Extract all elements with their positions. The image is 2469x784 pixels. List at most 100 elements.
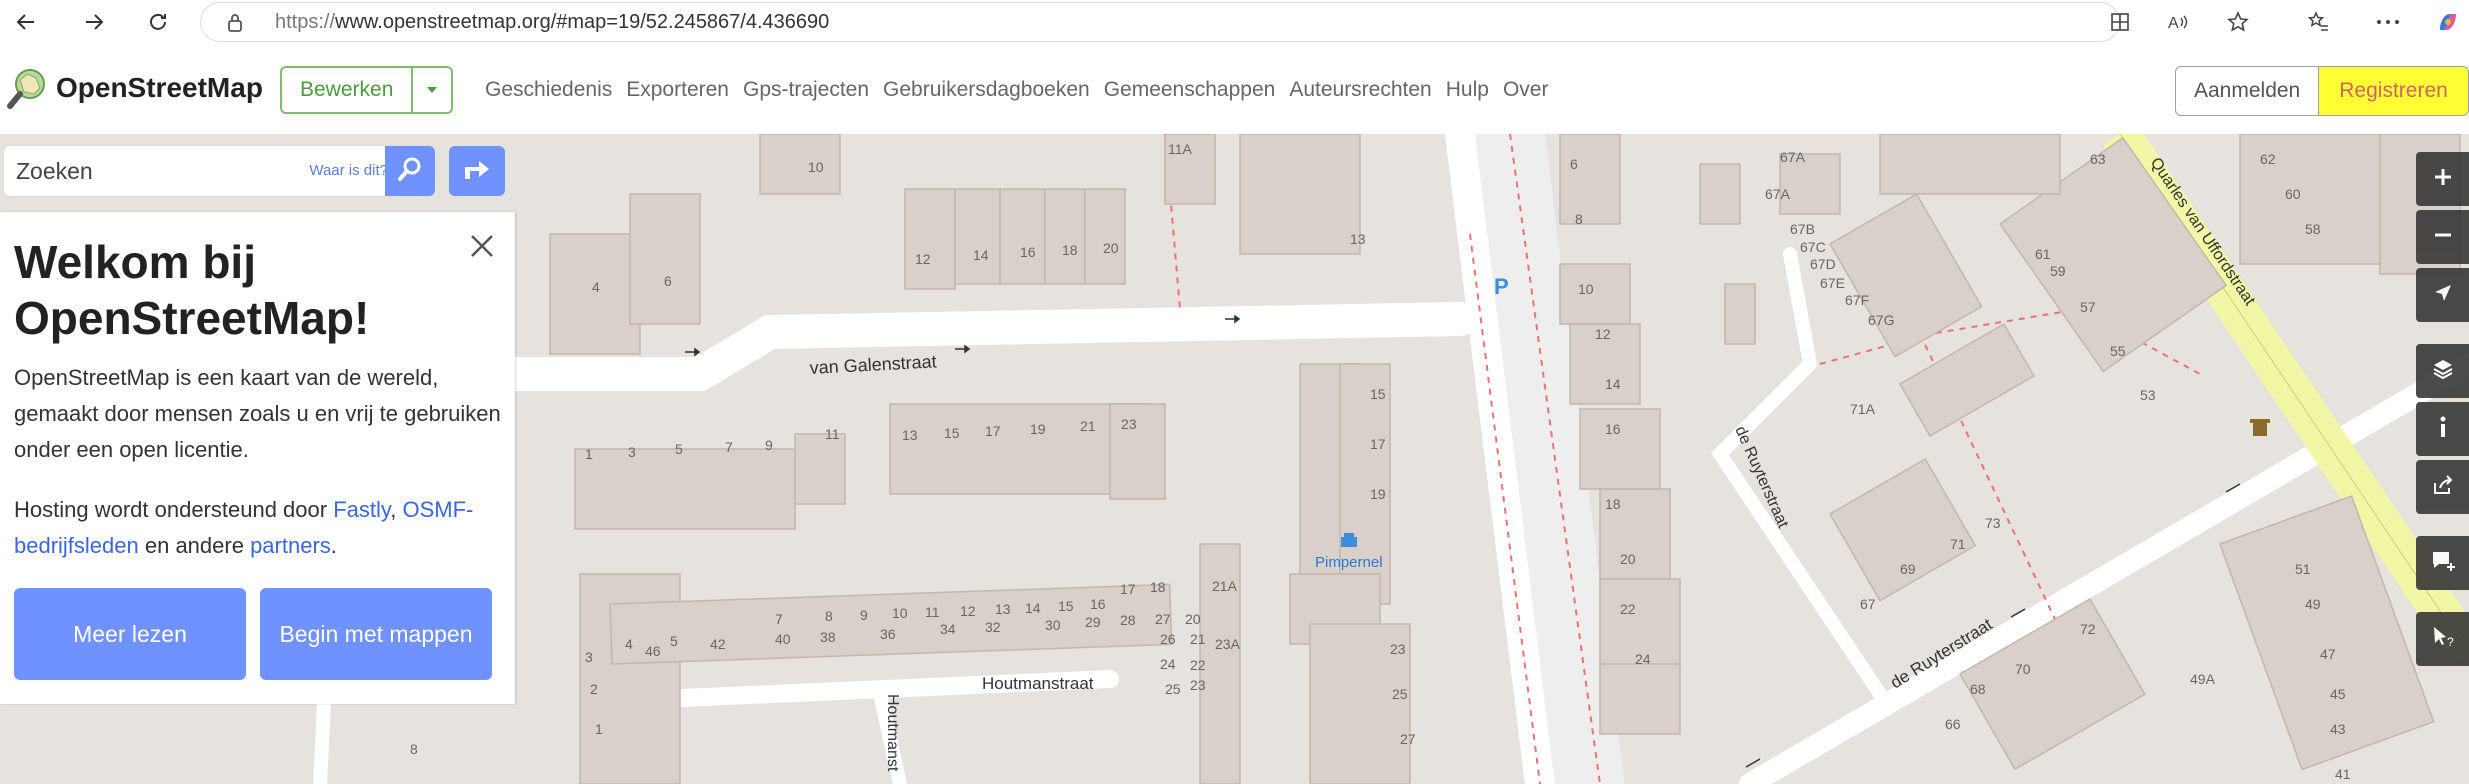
nav-gps-traces[interactable]: Gps-trajecten	[743, 78, 869, 102]
svg-text:11A: 11A	[1168, 141, 1193, 157]
svg-text:20: 20	[1103, 240, 1119, 256]
search-button[interactable]	[385, 146, 435, 196]
svg-text:40: 40	[775, 631, 791, 647]
query-cursor-icon: ?	[2430, 624, 2456, 655]
close-icon[interactable]	[466, 230, 498, 262]
where-is-this-link[interactable]: Waar is dit?	[309, 162, 388, 179]
register-button[interactable]: Registreren	[2318, 67, 2468, 115]
street-label-van-galenstraat: van Galenstraat	[809, 351, 937, 378]
nav-copyright[interactable]: Auteursrechten	[1289, 78, 1431, 102]
svg-text:71: 71	[1950, 536, 1966, 552]
search-input[interactable]: Zoeken	[16, 158, 93, 185]
show-my-location-button[interactable]	[2416, 268, 2469, 322]
login-button[interactable]: Aanmelden	[2176, 67, 2318, 115]
legend-button[interactable]	[2416, 402, 2469, 456]
svg-text:53: 53	[2140, 387, 2156, 403]
address-bar[interactable]: https://www.openstreetmap.org/#map=19/52…	[200, 2, 2120, 42]
apps-icon[interactable]	[2102, 4, 2138, 40]
more-menu-icon[interactable]	[2370, 4, 2406, 40]
forward-icon[interactable]	[76, 4, 112, 40]
svg-text:62: 62	[2260, 151, 2276, 167]
zoom-in-button[interactable]	[2416, 152, 2469, 206]
svg-text:22: 22	[1620, 601, 1636, 617]
svg-text:19: 19	[1370, 486, 1386, 502]
share-button[interactable]	[2416, 460, 2469, 514]
welcome-title: Welkom bij OpenStreetMap!	[14, 236, 370, 344]
svg-text:30: 30	[1045, 617, 1061, 633]
parking-label[interactable]: P	[1494, 274, 1509, 299]
svg-text:15: 15	[1370, 386, 1386, 402]
svg-text:38: 38	[820, 629, 836, 645]
nav-help[interactable]: Hulp	[1446, 78, 1489, 102]
share-icon	[2431, 473, 2455, 502]
svg-text:36: 36	[880, 626, 896, 642]
svg-text:32: 32	[985, 619, 1001, 635]
svg-text:12: 12	[960, 603, 976, 619]
svg-text:13: 13	[995, 601, 1011, 617]
poi-label-pimpernel[interactable]: Pimpernel	[1315, 554, 1383, 571]
partners-link[interactable]: partners	[250, 533, 331, 558]
directions-icon	[461, 155, 493, 188]
plus-icon	[2432, 166, 2454, 193]
welcome-intro: OpenStreetMap is een kaart van de wereld…	[14, 365, 501, 462]
favorites-list-icon[interactable]	[2300, 4, 2336, 40]
start-mapping-button[interactable]: Begin met mappen	[260, 588, 492, 680]
svg-text:?: ?	[2447, 635, 2454, 649]
svg-text:46: 46	[645, 643, 661, 659]
svg-text:45: 45	[2330, 686, 2346, 702]
nav-communities[interactable]: Gemeenschappen	[1104, 78, 1276, 102]
svg-text:4: 4	[592, 279, 600, 295]
svg-text:6: 6	[1570, 156, 1578, 172]
street-label-houtmanstraat: Houtmanstraat	[982, 674, 1094, 693]
zoom-out-button[interactable]	[2416, 210, 2469, 264]
search-box[interactable]: Zoeken Waar is dit?	[4, 146, 432, 196]
copilot-icon[interactable]	[2430, 4, 2466, 40]
nav-history[interactable]: Geschiedenis	[485, 78, 612, 102]
url-text[interactable]: https://www.openstreetmap.org/#map=19/52…	[275, 3, 829, 41]
nav-about[interactable]: Over	[1503, 78, 1549, 102]
svg-text:12: 12	[915, 251, 931, 267]
read-aloud-icon[interactable]: A	[2160, 4, 2196, 40]
svg-text:8: 8	[1575, 211, 1583, 227]
svg-text:24: 24	[1160, 656, 1176, 672]
fastly-link[interactable]: Fastly	[333, 497, 390, 522]
svg-text:57: 57	[2080, 299, 2096, 315]
nav-export[interactable]: Exporteren	[626, 78, 729, 102]
favorite-star-icon[interactable]	[2220, 4, 2256, 40]
site-header: OpenStreetMap Bewerken Geschiedenis Expo…	[0, 44, 2469, 135]
osm-logo-icon[interactable]	[6, 66, 50, 110]
svg-text:10: 10	[808, 159, 824, 175]
directions-button[interactable]	[449, 146, 505, 196]
refresh-icon[interactable]	[140, 4, 176, 40]
svg-text:12: 12	[1595, 326, 1611, 342]
svg-text:14: 14	[973, 247, 989, 263]
street-label-houtmanstraat-vertical: Houtmanst	[884, 694, 901, 772]
svg-text:1: 1	[585, 446, 593, 462]
back-icon[interactable]	[8, 4, 44, 40]
svg-text:49A: 49A	[2190, 671, 2216, 687]
query-features-button[interactable]: ?	[2416, 612, 2469, 666]
info-icon	[2438, 415, 2448, 444]
brand-name[interactable]: OpenStreetMap	[56, 72, 263, 104]
nav-user-diaries[interactable]: Gebruikersdagboeken	[883, 78, 1090, 102]
svg-text:51: 51	[2295, 561, 2311, 577]
historic-marker-icon[interactable]	[2250, 419, 2270, 436]
edit-button[interactable]: Bewerken	[282, 68, 411, 112]
svg-text:15: 15	[944, 425, 960, 441]
read-more-button[interactable]: Meer lezen	[14, 588, 246, 680]
svg-text:60: 60	[2285, 186, 2301, 202]
edit-dropdown-caret-icon[interactable]	[411, 68, 451, 112]
svg-text:67E: 67E	[1820, 275, 1845, 291]
welcome-panel: Welkom bij OpenStreetMap! OpenStreetMap …	[0, 212, 515, 704]
svg-text:71A: 71A	[1850, 401, 1876, 417]
location-arrow-icon	[2432, 282, 2454, 309]
svg-text:72: 72	[2080, 621, 2096, 637]
lock-icon[interactable]	[225, 13, 245, 33]
svg-text:5: 5	[675, 441, 683, 457]
svg-text:61: 61	[2035, 246, 2051, 262]
add-note-button[interactable]	[2416, 536, 2469, 590]
search-icon	[396, 155, 424, 188]
layers-button[interactable]	[2416, 344, 2469, 398]
svg-text:16: 16	[1605, 421, 1621, 437]
svg-text:10: 10	[1578, 281, 1594, 297]
